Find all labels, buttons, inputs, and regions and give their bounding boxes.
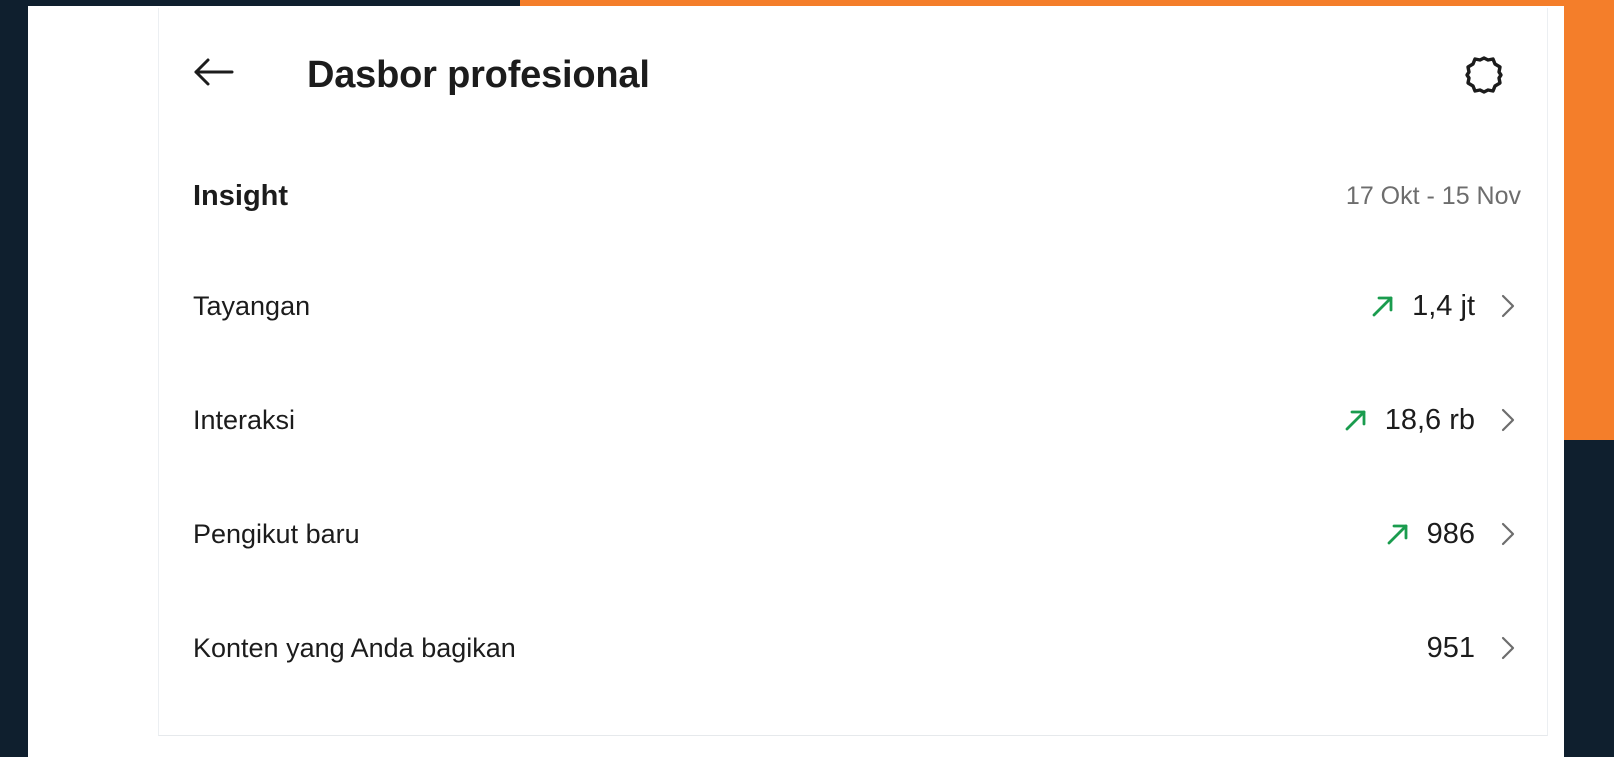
insight-row-pengikut-baru[interactable]: Pengikut baru 986 (193, 486, 1521, 600)
row-label: Interaksi (193, 405, 296, 435)
insight-header: Insight 17 Okt - 15 Nov (193, 174, 1521, 218)
row-value: 951 (1426, 631, 1475, 664)
insight-row-konten[interactable]: Konten yang Anda bagikan 951 (193, 600, 1521, 714)
arrow-left-icon (192, 57, 236, 92)
screen: Dasbor profesional Insight 17 Okt - 15 N… (0, 0, 1614, 757)
date-range: 17 Okt - 15 Nov (1345, 181, 1521, 210)
page-title: Dasbor profesional (307, 54, 650, 96)
insight-row-interaksi[interactable]: Interaksi 18,6 rb (193, 372, 1521, 486)
back-button[interactable] (189, 54, 239, 94)
trend-up-icon (1341, 405, 1371, 435)
insight-list: Tayangan 1,4 jt Interaksi 18,6 rb Pengik… (193, 258, 1521, 714)
chevron-right-icon (1495, 291, 1521, 321)
chevron-right-icon (1495, 633, 1521, 663)
section-title: Insight (193, 179, 289, 212)
row-metric: 1,4 jt (1368, 286, 1521, 326)
trend-up-icon (1368, 291, 1398, 321)
settings-button[interactable] (1459, 52, 1509, 102)
row-label: Tayangan (193, 291, 311, 321)
row-metric: 18,6 rb (1341, 400, 1521, 440)
gear-icon (1464, 55, 1504, 100)
row-value: 986 (1426, 517, 1475, 550)
row-value: 18,6 rb (1384, 403, 1475, 436)
chevron-right-icon (1495, 405, 1521, 435)
row-label: Pengikut baru (193, 519, 360, 549)
header: Dasbor profesional (159, 8, 1547, 134)
trend-up-icon (1383, 519, 1413, 549)
insight-row-tayangan[interactable]: Tayangan 1,4 jt (193, 258, 1521, 372)
row-value: 1,4 jt (1412, 289, 1475, 322)
chevron-right-icon (1495, 519, 1521, 549)
row-label: Konten yang Anda bagikan (193, 633, 516, 663)
row-metric: 951 (1427, 628, 1521, 668)
row-metric: 986 (1383, 514, 1521, 554)
professional-dashboard-card: Dasbor profesional Insight 17 Okt - 15 N… (158, 8, 1548, 736)
